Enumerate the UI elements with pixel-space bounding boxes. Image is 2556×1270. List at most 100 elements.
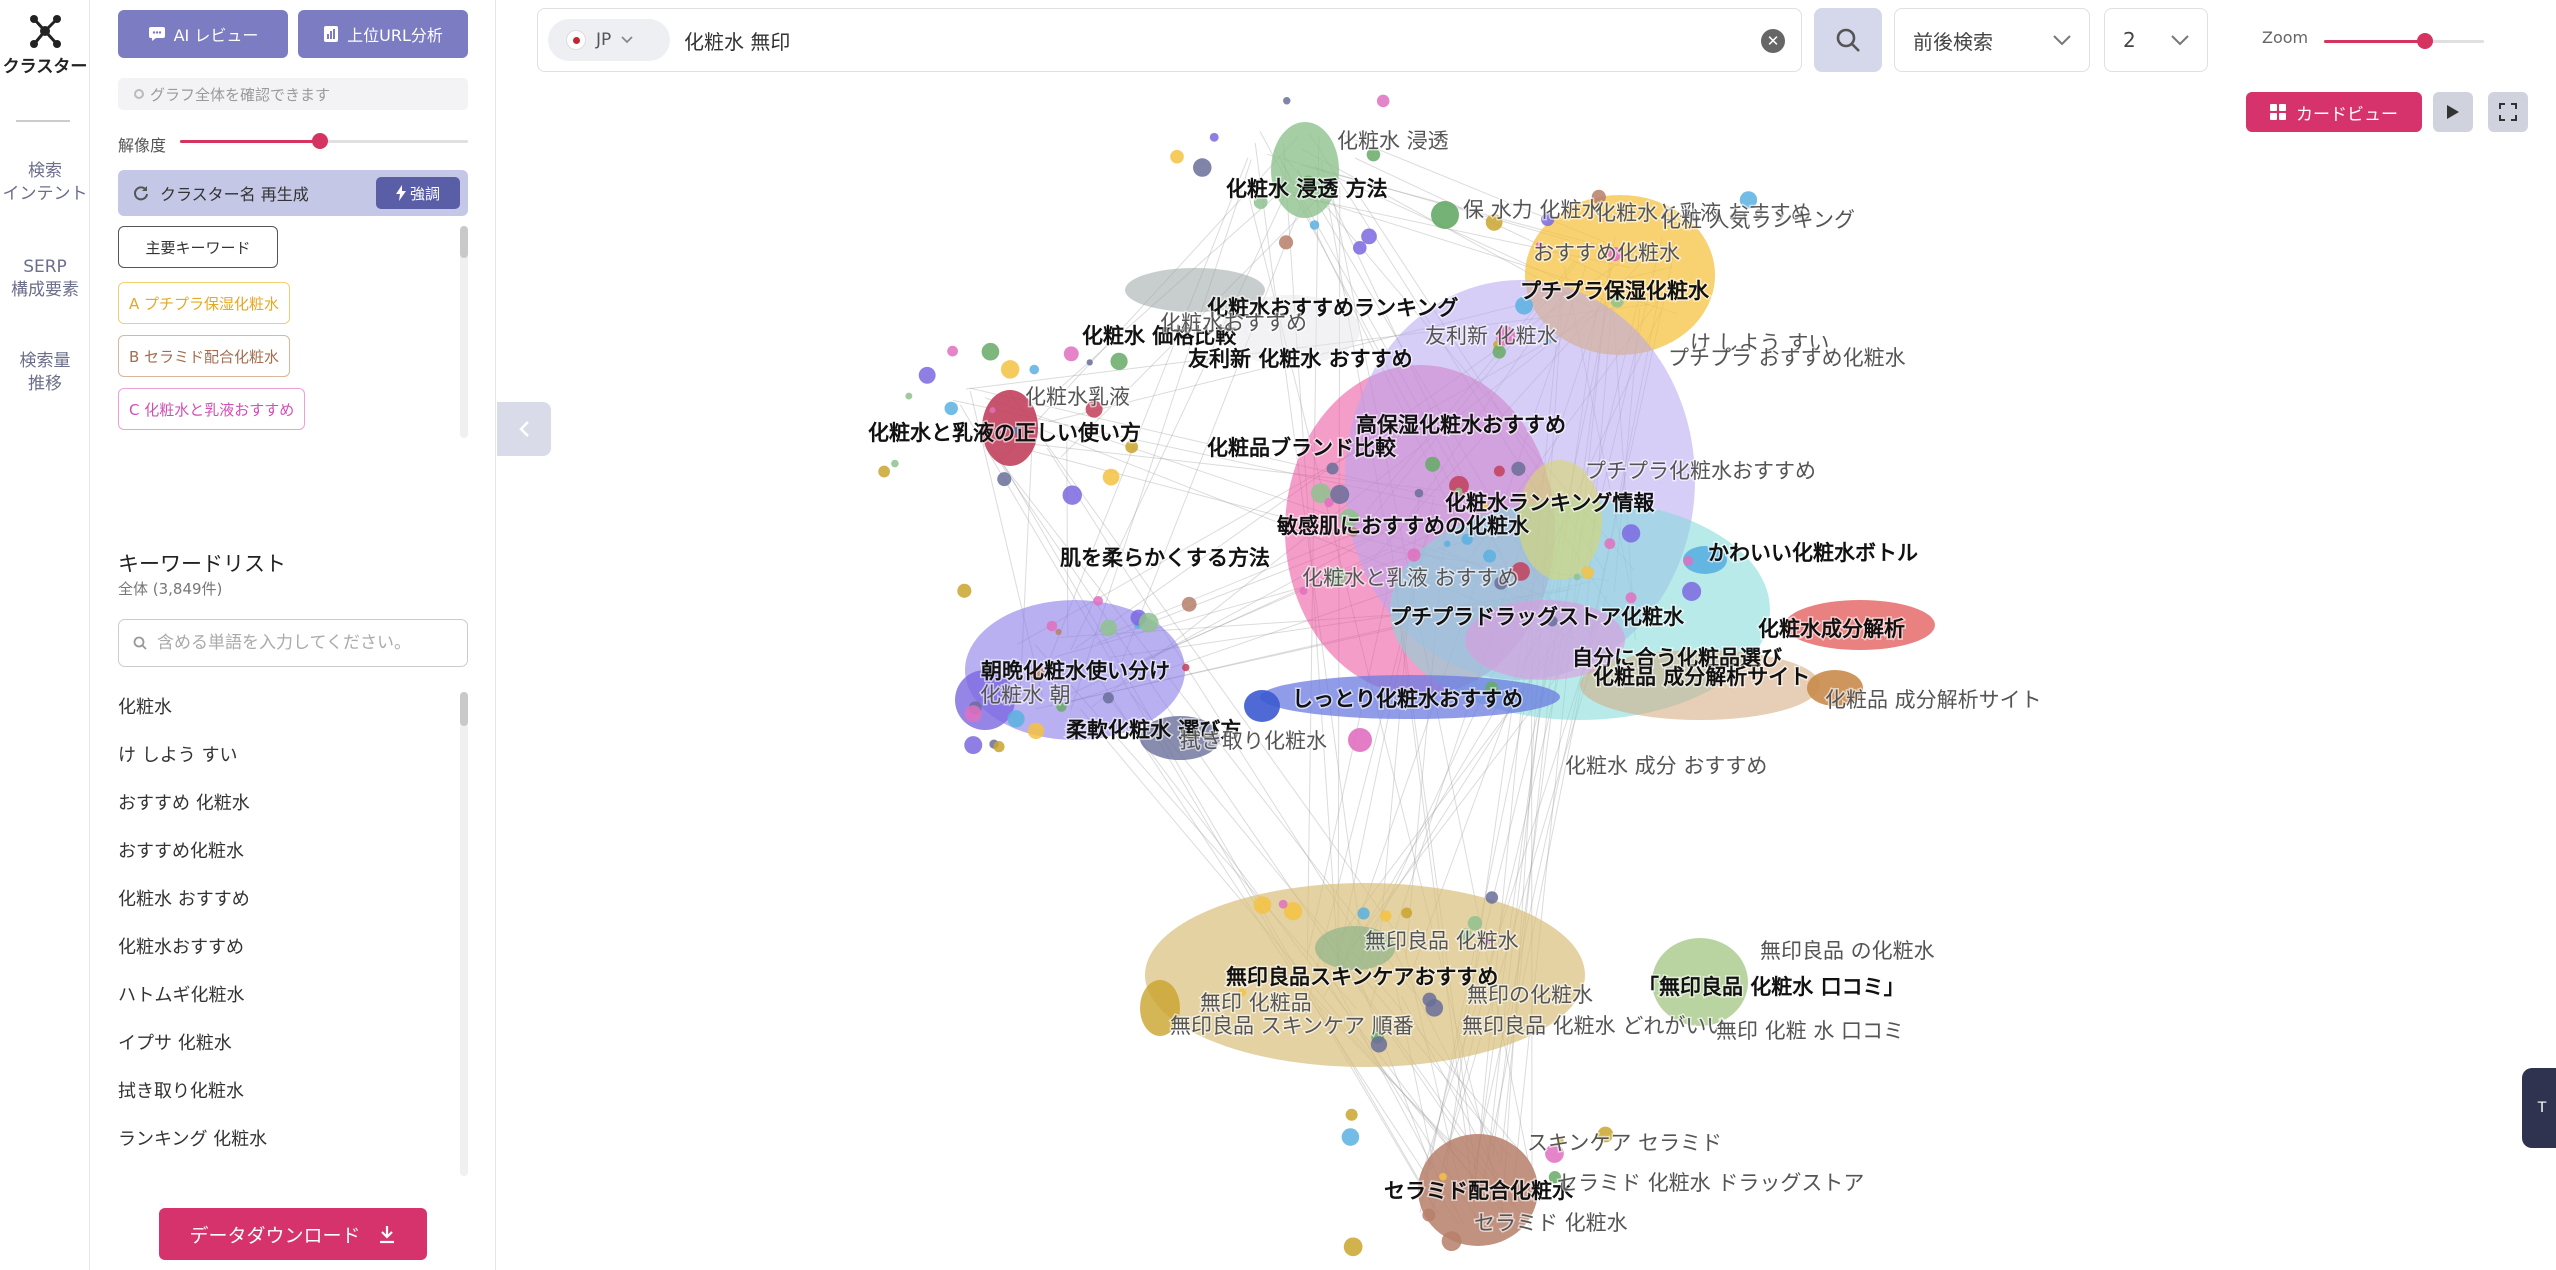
chevron-down-icon	[2053, 34, 2071, 45]
chips-scrollbar[interactable]	[460, 226, 468, 438]
collapse-sidebar-button[interactable]	[497, 402, 551, 456]
graph-node	[1444, 540, 1451, 548]
search-button[interactable]	[1814, 8, 1882, 72]
graph-label: 化粧品 成分解析サイト	[1825, 688, 2042, 712]
strong-emphasis-button[interactable]: 強調	[376, 177, 460, 209]
zoom-label: Zoom	[2262, 28, 2309, 47]
keyword-item[interactable]: 化粧水	[118, 684, 448, 732]
graph-node	[1062, 485, 1082, 505]
graph-node	[1253, 896, 1272, 914]
chips-scrollbar-thumb[interactable]	[460, 226, 468, 258]
graph-label: セラミド 化粧水 ドラッグストア	[1557, 1171, 1864, 1195]
graph-node	[1209, 132, 1219, 142]
keyword-item[interactable]: おすすめ化粧水	[118, 828, 448, 876]
resolution-slider-fill	[180, 140, 320, 143]
keyword-search[interactable]	[118, 619, 468, 667]
graph-node	[1341, 1128, 1360, 1146]
graph-label: プチプラ化粧水おすすめ	[1585, 459, 1816, 483]
query-input[interactable]	[684, 28, 1684, 52]
cluster-regen-bar[interactable]: クラスター名 再生成 強調	[118, 170, 468, 216]
keyword-item[interactable]: ハトムギ化粧水	[118, 972, 448, 1020]
graph-node	[1625, 592, 1637, 604]
graph-node	[878, 465, 891, 478]
keyword-list-title: キーワードリスト	[118, 552, 286, 576]
resolution-slider-thumb[interactable]	[312, 133, 328, 149]
main-keyword-chip[interactable]: 主要キーワード	[118, 226, 278, 268]
search-mode-select[interactable]: 前後検索	[1894, 8, 2090, 72]
fullscreen-button[interactable]	[2488, 92, 2528, 132]
graph-label: プチプラ おすすめ化粧水	[1668, 346, 1906, 370]
cluster-chip-c[interactable]: C 化粧水と乳液おすすめ	[118, 388, 306, 430]
data-download-button[interactable]: データダウンロード	[159, 1208, 427, 1260]
graph-node	[1309, 220, 1320, 230]
cluster-chip-a[interactable]: A プチプラ保湿化粧水	[118, 282, 291, 324]
graph-node	[1573, 573, 1581, 581]
graph-label: 「無印良品 化粧水 口コミ」	[1638, 975, 1905, 999]
keyword-item[interactable]: 化粧水 おすすめ	[118, 876, 448, 924]
chevron-down-icon	[621, 36, 633, 44]
graph-label: 敏感肌におすすめの化粧水	[1276, 514, 1530, 538]
keyword-search-input[interactable]	[157, 633, 457, 653]
rail-item-search-intent[interactable]: 検索 インテント	[0, 160, 90, 206]
keyword-count: 全体 (3,849件)	[118, 580, 223, 598]
graph-node	[1138, 612, 1159, 633]
graph-node	[1376, 94, 1390, 108]
zoom-slider-thumb[interactable]	[2417, 33, 2433, 49]
graph-label: 無印 化粧 水 口コミ	[1716, 1019, 1904, 1043]
info-dot-icon	[134, 89, 144, 99]
url-analysis-button[interactable]: 上位URL分析	[298, 10, 468, 58]
rail-item-serp[interactable]: SERP 構成要素	[0, 256, 90, 302]
keyword-list-scrollbar-thumb[interactable]	[460, 692, 468, 726]
graph-node	[944, 401, 958, 416]
graph-node	[947, 345, 958, 357]
cluster-nav[interactable]: クラスター	[0, 14, 90, 77]
graph-label: 朝晩化粧水使い分け	[981, 659, 1170, 683]
graph-label: 化粧水 浸透	[1337, 129, 1449, 153]
graph-node	[1361, 228, 1377, 245]
keyword-item[interactable]: イプサ 化粧水	[118, 1020, 448, 1068]
graph-node	[1401, 907, 1413, 919]
graph-label: 無印良品 の化粧水	[1760, 939, 1935, 963]
keyword-item[interactable]: 拭き取り化粧水	[118, 1068, 448, 1116]
graph-node	[1100, 619, 1118, 637]
graph-node	[1182, 663, 1190, 672]
card-view-button[interactable]: カードビュー	[2246, 92, 2422, 132]
url-analysis-label: 上位URL分析	[347, 26, 443, 45]
fullscreen-icon	[2499, 103, 2517, 121]
graph-node	[993, 741, 1005, 753]
keyword-list-scrollbar[interactable]	[460, 692, 468, 1176]
download-icon	[379, 1226, 394, 1244]
graph-node	[1683, 556, 1694, 566]
ai-review-button[interactable]: AI レビュー	[118, 10, 288, 58]
keyword-item[interactable]: おすすめ 化粧水	[118, 780, 448, 828]
play-button[interactable]	[2433, 92, 2473, 132]
graph-label: スキンケア セラミド	[1527, 1131, 1722, 1155]
search-icon	[1836, 28, 1860, 52]
graph-node	[905, 392, 913, 400]
cluster-chip-b[interactable]: B セラミド配合化粧水	[118, 335, 291, 377]
graph-node	[1326, 462, 1339, 475]
keyword-item[interactable]: 化粧水おすすめ	[118, 924, 448, 972]
graph-label: 化粧水 浸透 方法	[1226, 177, 1388, 201]
graph-node	[1422, 1208, 1436, 1222]
graph-label: 化粧水ランキング情報	[1445, 491, 1655, 515]
depth-select[interactable]: 2	[2104, 8, 2208, 72]
graph-label: かわいい化粧水ボトル	[1708, 541, 1918, 565]
rail-item-search-volume[interactable]: 検索量 推移	[0, 350, 90, 396]
graph-node	[1581, 566, 1595, 580]
graph-label: 化粧水 朝	[980, 683, 1071, 707]
keyword-item[interactable]: け しよう すい	[118, 732, 448, 780]
graph-node	[1414, 488, 1424, 498]
clear-query-button[interactable]: ✕	[1761, 29, 1785, 53]
graph-node	[1483, 549, 1497, 563]
graph-node	[1086, 359, 1093, 366]
graph-node	[1682, 581, 1702, 601]
graph-node	[1425, 456, 1441, 472]
graph-label: 無印良品 化粧水	[1365, 929, 1519, 953]
country-select[interactable]: JP	[548, 19, 670, 61]
right-panel-tab[interactable]: T	[2522, 1068, 2556, 1148]
graph-node	[1380, 910, 1392, 922]
keyword-item[interactable]: ランキング 化粧水	[118, 1116, 448, 1164]
graph-node	[1110, 352, 1128, 371]
graph-node	[964, 705, 982, 723]
